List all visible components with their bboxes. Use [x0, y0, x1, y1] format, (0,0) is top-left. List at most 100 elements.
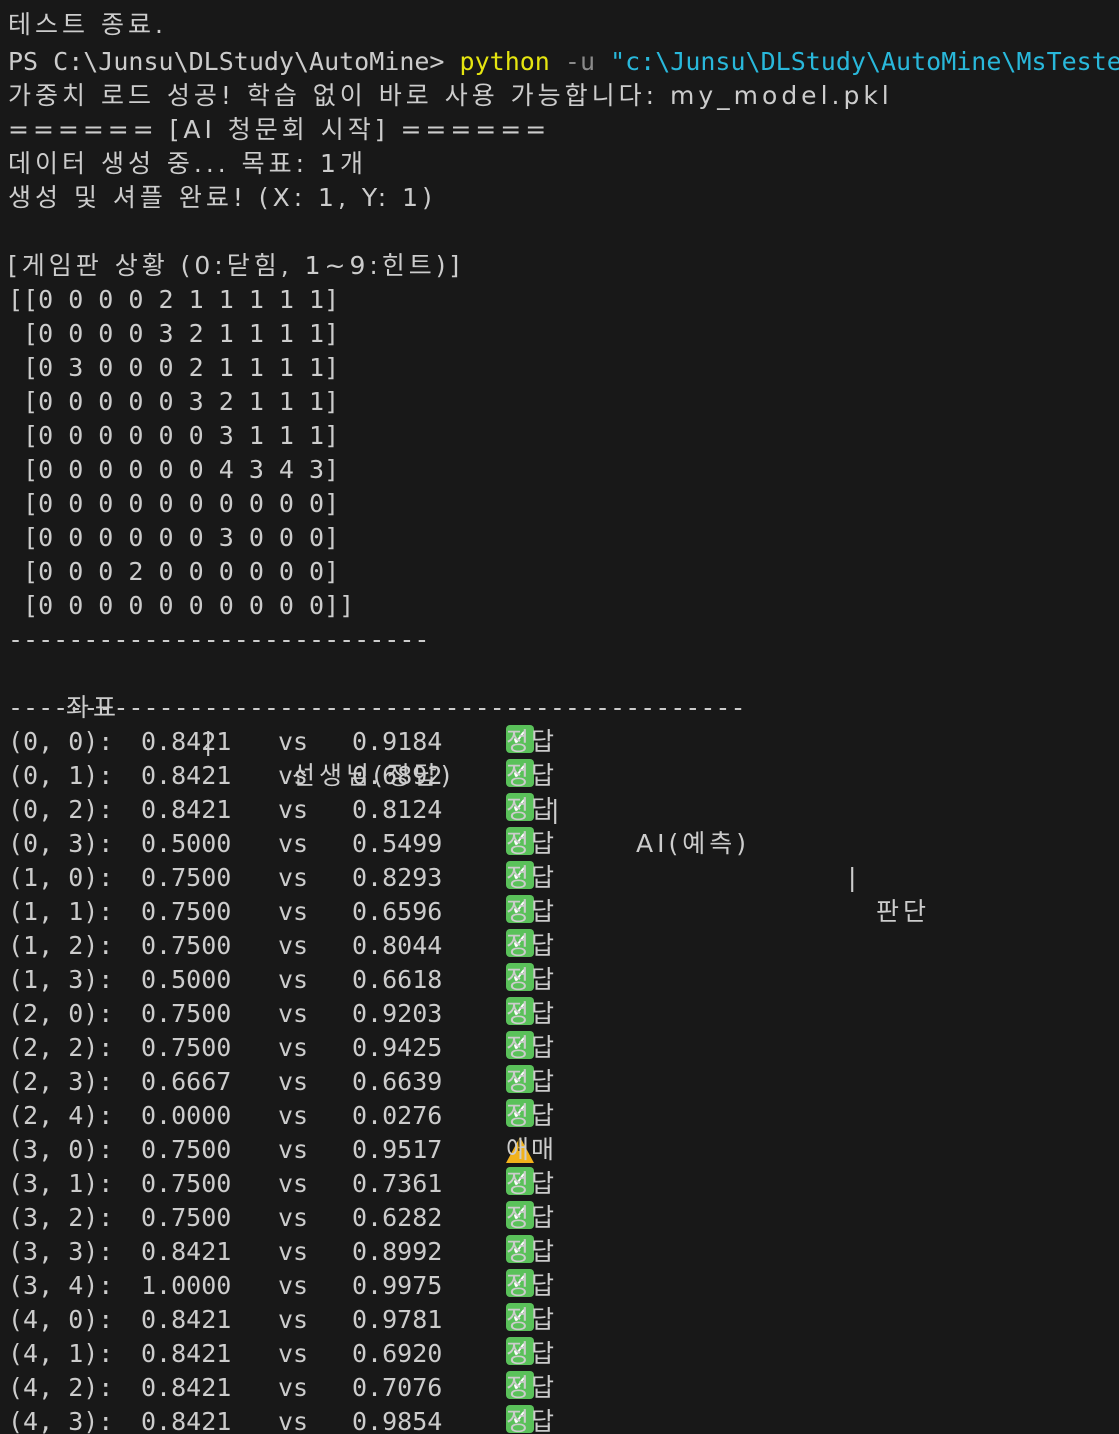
- result-teacher-value: 0.7500: [141, 863, 232, 892]
- result-teacher-value: 0.5000: [141, 965, 232, 994]
- verdict-label: 정답: [506, 1271, 557, 1300]
- result-teacher-value: 0.0000: [141, 1101, 232, 1130]
- command-path: "c:\Junsu\DLStudy\AutoMine\MsTeste: [610, 47, 1119, 76]
- prompt-line: PS C:\Junsu\DLStudy\AutoMine> python -u …: [8, 45, 1119, 79]
- verdict-label: 정답: [506, 1203, 557, 1232]
- result-ai-value: 0.0276: [352, 1101, 443, 1130]
- result-teacher-value: 0.5000: [141, 829, 232, 858]
- verdict-label: 정답: [506, 863, 557, 892]
- result-ai-value: 0.7361: [352, 1169, 443, 1198]
- board-row: [[0 0 0 0 2 1 1 1 1 1]: [8, 285, 340, 314]
- result-ai-value: 0.9203: [352, 999, 443, 1028]
- generating-line: 데이터 생성 중... 목표: 1개: [8, 149, 367, 178]
- result-ai-value: 0.8992: [352, 1237, 443, 1266]
- verdict-label: 정답: [506, 1237, 557, 1266]
- result-teacher-value: 0.7500: [141, 931, 232, 960]
- verdict-label: 정답: [506, 931, 557, 960]
- result-ai-value: 0.8124: [352, 795, 443, 824]
- board-row: [0 0 0 2 0 0 0 0 0 0]: [8, 557, 340, 586]
- result-teacher-value: 0.8421: [141, 1373, 232, 1402]
- result-teacher-value: 0.8421: [141, 761, 232, 790]
- result-ai-value: 0.9517: [352, 1135, 443, 1164]
- result-ai-value: 0.7076: [352, 1373, 443, 1402]
- verdict-label: 정답: [506, 829, 557, 858]
- board-row: [0 0 0 0 0 3 2 1 1 1]: [8, 387, 340, 416]
- board-row: [0 0 0 0 0 0 3 1 1 1]: [8, 421, 340, 450]
- result-vs: vs: [278, 727, 309, 756]
- result-coord: (2, 3):: [8, 1067, 114, 1096]
- verdict-label: 정답: [506, 1067, 557, 1096]
- board-row: [0 0 0 0 0 0 4 3 4 3]: [8, 455, 340, 484]
- result-coord: (0, 3):: [8, 829, 114, 858]
- verdict-label: 정답: [506, 1373, 557, 1402]
- verdict-label: 정답: [506, 897, 557, 926]
- result-ai-value: 0.8293: [352, 863, 443, 892]
- result-coord: (0, 1):: [8, 761, 114, 790]
- divider-long: ----------------------------------------…: [8, 693, 746, 722]
- result-vs: vs: [278, 795, 309, 824]
- result-teacher-value: 0.7500: [141, 999, 232, 1028]
- result-teacher-value: 0.8421: [141, 1339, 232, 1368]
- result-coord: (4, 3):: [8, 1407, 114, 1434]
- result-teacher-value: 0.8421: [141, 1305, 232, 1334]
- result-teacher-value: 0.7500: [141, 1203, 232, 1232]
- result-vs: vs: [278, 1373, 309, 1402]
- result-vs: vs: [278, 761, 309, 790]
- result-vs: vs: [278, 1237, 309, 1266]
- column-verdict: 판단: [876, 897, 931, 926]
- shuffle-done-line: 생성 및 셔플 완료! (X: 1, Y: 1): [8, 183, 436, 212]
- terminal-output[interactable]: 테스트 종료. PS C:\Junsu\DLStudy\AutoMine> py…: [0, 0, 1119, 1434]
- verdict-label: 정답: [506, 1033, 557, 1062]
- result-vs: vs: [278, 1169, 309, 1198]
- result-vs: vs: [278, 965, 309, 994]
- result-vs: vs: [278, 1067, 309, 1096]
- result-coord: (3, 2):: [8, 1203, 114, 1232]
- column-ai: AI(예측): [636, 829, 750, 858]
- result-coord: (3, 3):: [8, 1237, 114, 1266]
- result-ai-value: 0.9975: [352, 1271, 443, 1300]
- result-teacher-value: 0.7500: [141, 1135, 232, 1164]
- result-teacher-value: 0.6667: [141, 1067, 232, 1096]
- result-coord: (2, 0):: [8, 999, 114, 1028]
- result-ai-value: 0.6920: [352, 1339, 443, 1368]
- result-coord: (2, 4):: [8, 1101, 114, 1130]
- result-coord: (4, 0):: [8, 1305, 114, 1334]
- result-vs: vs: [278, 1271, 309, 1300]
- result-coord: (1, 3):: [8, 965, 114, 994]
- result-teacher-value: 0.8421: [141, 727, 232, 756]
- result-ai-value: 0.6596: [352, 897, 443, 926]
- verdict-label: 애매: [506, 1135, 557, 1164]
- test-end-line: 테스트 종료.: [8, 10, 167, 39]
- result-coord: (3, 0):: [8, 1135, 114, 1164]
- verdict-label: 정답: [506, 965, 557, 994]
- result-ai-value: 0.9854: [352, 1407, 443, 1434]
- result-teacher-value: 0.7500: [141, 897, 232, 926]
- result-ai-value: 0.8044: [352, 931, 443, 960]
- board-row: [0 0 0 0 3 2 1 1 1 1]: [8, 319, 340, 348]
- result-vs: vs: [278, 1135, 309, 1164]
- result-coord: (0, 2):: [8, 795, 114, 824]
- verdict-label: 정답: [506, 1101, 557, 1130]
- result-ai-value: 0.9184: [352, 727, 443, 756]
- result-vs: vs: [278, 1033, 309, 1062]
- verdict-label: 정답: [506, 1407, 557, 1434]
- divider-short: ----------------------------: [8, 625, 430, 654]
- result-teacher-value: 0.8421: [141, 1407, 232, 1434]
- result-teacher-value: 1.0000: [141, 1271, 232, 1300]
- result-vs: vs: [278, 1339, 309, 1368]
- weights-loaded-line: 가중치 로드 성공! 학습 없이 바로 사용 가능합니다: my_model.p…: [8, 81, 893, 110]
- verdict-label: 정답: [506, 795, 557, 824]
- result-teacher-value: 0.8421: [141, 795, 232, 824]
- board-row: [0 0 0 0 0 0 0 0 0 0]: [8, 489, 340, 518]
- result-ai-value: 0.6618: [352, 965, 443, 994]
- ai-hearing-header: ====== [AI 청문회 시작] ======: [8, 115, 551, 144]
- result-coord: (3, 4):: [8, 1271, 114, 1300]
- result-vs: vs: [278, 1407, 309, 1434]
- verdict-label: 정답: [506, 1169, 557, 1198]
- board-row: [0 0 0 0 0 0 3 0 0 0]: [8, 523, 340, 552]
- verdict-label: 정답: [506, 999, 557, 1028]
- column-separator: |: [848, 863, 861, 892]
- result-coord: (1, 2):: [8, 931, 114, 960]
- command-name: python: [459, 47, 550, 76]
- result-coord: (4, 1):: [8, 1339, 114, 1368]
